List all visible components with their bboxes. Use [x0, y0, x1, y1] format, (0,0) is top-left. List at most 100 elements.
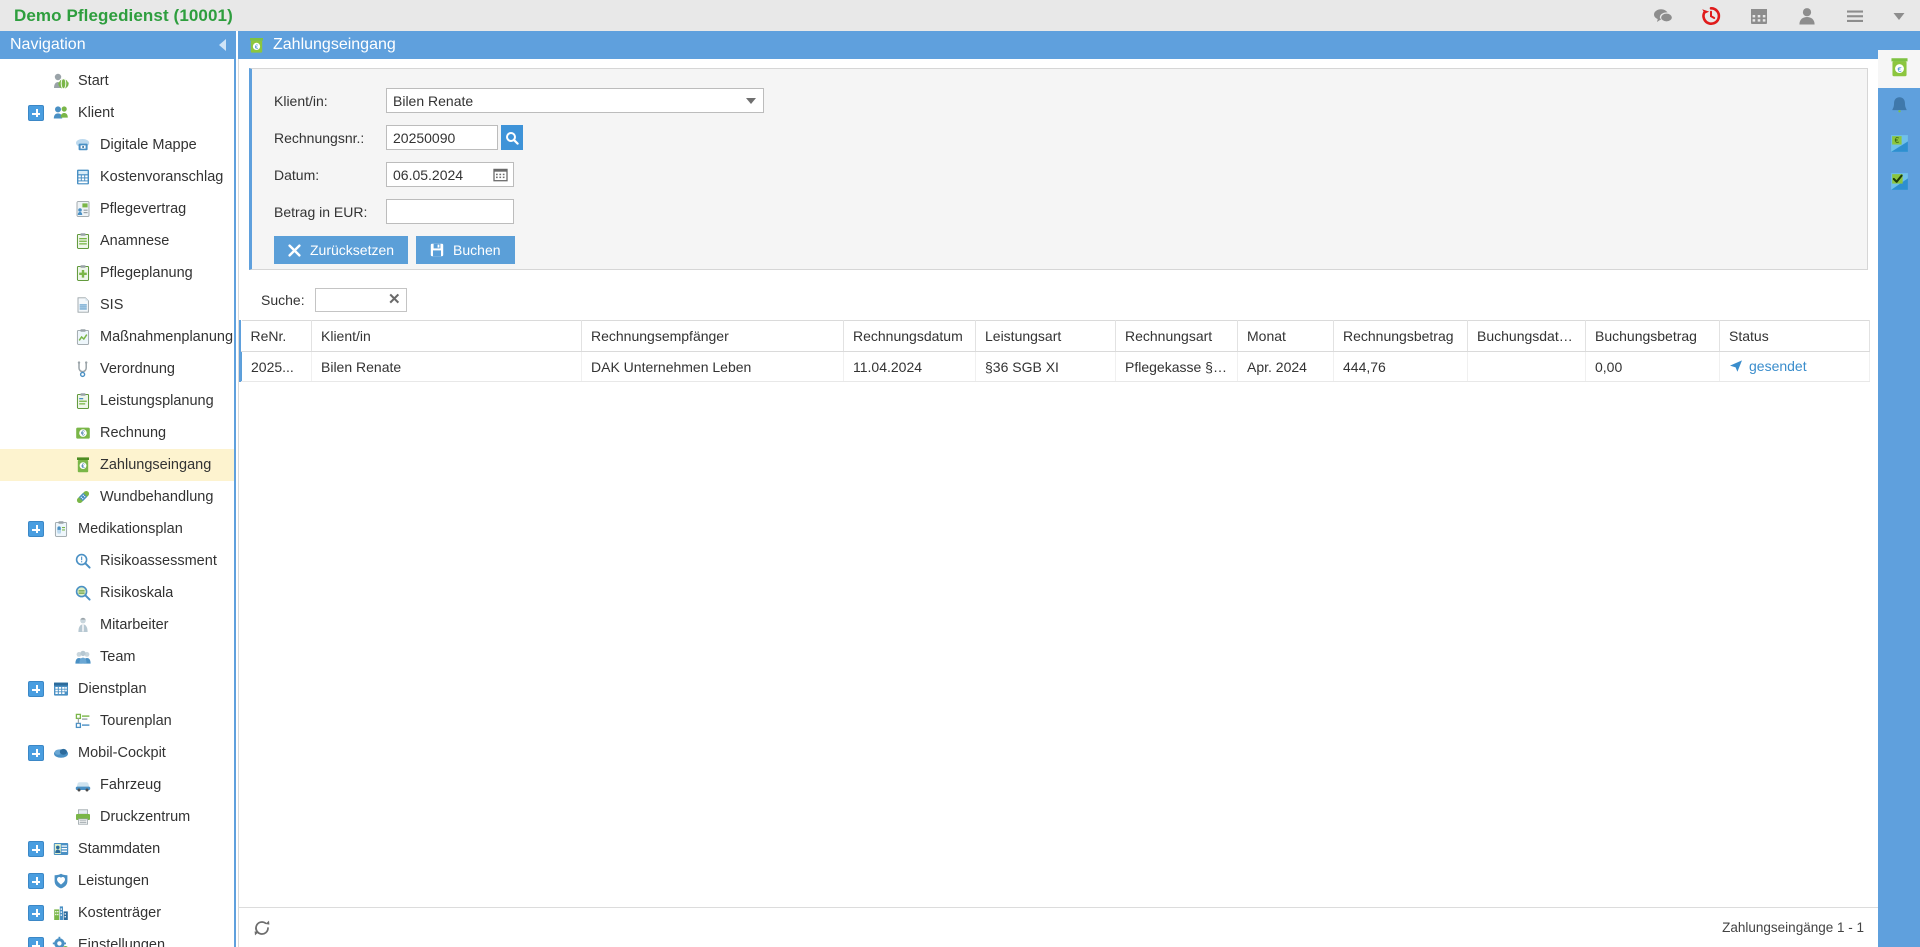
magnifier-scale-icon — [74, 584, 92, 602]
sidebar-item-mitarbeiter[interactable]: Mitarbeiter — [0, 609, 234, 641]
sidebar-item-druckzentrum[interactable]: Druckzentrum — [0, 801, 234, 833]
search-input[interactable] — [315, 289, 386, 311]
sidebar-item-team[interactable]: Team — [0, 641, 234, 673]
sidebar-item-pflegevertrag[interactable]: Pflegevertrag — [0, 193, 234, 225]
main-header: € Zahlungseingang — [238, 31, 1878, 59]
rechnungsnr-input[interactable] — [386, 125, 498, 150]
sidebar-item-tourenplan[interactable]: Tourenplan — [0, 705, 234, 737]
medication-icon — [52, 520, 70, 538]
rail-billing-button[interactable]: € — [1878, 126, 1920, 164]
cell-leistungsart[interactable]: §36 SGB XI — [975, 351, 1116, 382]
sidebar-item-start[interactable]: Start — [0, 65, 234, 97]
klient-select-wrap: Bilen Renate — [386, 88, 764, 113]
status-badge[interactable]: gesendet — [1729, 358, 1807, 374]
menu-icon[interactable] — [1844, 5, 1866, 27]
sidebar-item-einstellungen[interactable]: Einstellungen — [0, 929, 234, 947]
refresh-icon[interactable] — [253, 919, 271, 937]
sidebar-item-mobil-cockpit[interactable]: Mobil-Cockpit — [0, 737, 234, 769]
main-body: Klient/in: Bilen Renate Rechnungsnr.: 20… — [238, 59, 1878, 947]
expand-node-icon[interactable] — [28, 521, 44, 537]
cell-rechnungsart[interactable]: Pflegekasse §36 ... — [1115, 351, 1238, 382]
clipboard-service-icon — [74, 392, 92, 410]
sidebar-item-kostenvoranschlag[interactable]: Kostenvoranschlag — [0, 161, 234, 193]
betrag-input[interactable] — [386, 199, 514, 224]
sidebar-item-ma-nahmenplanung[interactable]: Maßnahmenplanung — [0, 321, 234, 353]
sidebar-item-label: Risikoskala — [100, 585, 174, 601]
column-header[interactable]: ReNr. — [241, 320, 312, 352]
sidebar-item-leistungen[interactable]: Leistungen — [0, 865, 234, 897]
form-row-klient: Klient/in: Bilen Renate — [274, 82, 1867, 119]
expand-node-icon[interactable] — [28, 905, 44, 921]
sidebar-item-dienstplan[interactable]: Dienstplan — [0, 673, 234, 705]
expand-node-icon[interactable] — [28, 681, 44, 697]
rail-payment-receipt-button[interactable]: € — [1878, 50, 1920, 88]
sidebar-item-medikationsplan[interactable]: Medikationsplan — [0, 513, 234, 545]
rail-confirm-button[interactable] — [1878, 164, 1920, 202]
cell-rechnungsdatum[interactable]: 11.04.2024 — [843, 351, 976, 382]
sidebar-item-stammdaten[interactable]: Stammdaten — [0, 833, 234, 865]
collapse-sidebar-icon[interactable] — [219, 39, 226, 51]
cell-buchungsdatum[interactable] — [1467, 351, 1586, 382]
column-header[interactable]: Leistungsart — [975, 320, 1116, 352]
sidebar: Navigation Start Klient Digitale Mappe Kost… — [0, 31, 236, 947]
klient-select[interactable]: Bilen Renate — [386, 88, 764, 113]
column-header[interactable]: Status — [1719, 320, 1870, 352]
cell-empfaenger[interactable]: DAK Unternehmen Leben — [581, 351, 844, 382]
betrag-label: Betrag in EUR: — [274, 203, 368, 220]
sidebar-item-verordnung[interactable]: Verordnung — [0, 353, 234, 385]
sidebar-item-anamnese[interactable]: Anamnese — [0, 225, 234, 257]
sidebar-item-label: Wundbehandlung — [100, 489, 214, 505]
cell-klient[interactable]: Bilen Renate — [311, 351, 582, 382]
sidebar-item-pflegeplanung[interactable]: Pflegeplanung — [0, 257, 234, 289]
cell-renr[interactable]: 2025... — [241, 351, 312, 382]
sidebar-item-label: Digitale Mappe — [100, 137, 197, 153]
roster-icon — [52, 680, 70, 698]
sidebar-item-digitale-mappe[interactable]: Digitale Mappe — [0, 129, 234, 161]
user-icon[interactable] — [1796, 5, 1818, 27]
sidebar-item-risikoskala[interactable]: Risikoskala — [0, 577, 234, 609]
chat-icon[interactable] — [1652, 5, 1674, 27]
sidebar-item-klient[interactable]: Klient — [0, 97, 234, 129]
cell-rechnungsbetrag[interactable]: 444,76 — [1333, 351, 1468, 382]
table-row[interactable]: 2025... Bilen Renate DAK Unternehmen Leben… — [241, 351, 1870, 382]
search-invoice-button[interactable] — [500, 125, 523, 150]
sidebar-item-wundbehandlung[interactable]: Wundbehandlung — [0, 481, 234, 513]
cell-monat[interactable]: Apr. 2024 — [1237, 351, 1334, 382]
column-header[interactable]: Monat — [1237, 320, 1334, 352]
cell-buchungsbetrag[interactable]: 0,00 — [1585, 351, 1720, 382]
sidebar-item-kostentr-ger[interactable]: Kostenträger — [0, 897, 234, 929]
payment-entry-form: Klient/in: Bilen Renate Rechnungsnr.: 20… — [249, 68, 1868, 270]
calendar-icon[interactable] — [1748, 5, 1770, 27]
calendar-icon[interactable] — [493, 167, 508, 182]
column-header[interactable]: Klient/in — [311, 320, 582, 352]
clear-search-icon[interactable]: ✕ — [388, 292, 401, 308]
expand-node-icon[interactable] — [28, 841, 44, 857]
history-icon[interactable] — [1700, 5, 1722, 27]
column-header[interactable]: Rechnungsdatum — [843, 320, 976, 352]
sidebar-item-sis[interactable]: SIS — [0, 289, 234, 321]
column-header[interactable]: Rechnungsempfänger — [581, 320, 844, 352]
sidebar-item-risikoassessment[interactable]: Risikoassessment — [0, 545, 234, 577]
column-header[interactable]: Rechnungsart — [1115, 320, 1238, 352]
check-icon — [1889, 171, 1910, 195]
column-header[interactable]: Buchungsbetrag — [1585, 320, 1720, 352]
sidebar-item-leistungsplanung[interactable]: Leistungsplanung — [0, 385, 234, 417]
rail-notifications-button[interactable] — [1878, 88, 1920, 126]
book-button[interactable]: Buchen — [416, 236, 515, 264]
column-header[interactable]: Rechnungsbetrag — [1333, 320, 1468, 352]
cell-status[interactable]: gesendet — [1719, 351, 1870, 382]
send-icon — [1730, 359, 1742, 372]
sidebar-item-fahrzeug[interactable]: Fahrzeug — [0, 769, 234, 801]
expand-node-icon[interactable] — [28, 873, 44, 889]
expand-node-icon[interactable] — [28, 937, 44, 947]
sidebar-item-label: Stammdaten — [78, 841, 161, 857]
sidebar-item-zahlungseingang[interactable]: € Zahlungseingang — [0, 449, 234, 481]
chevron-down-icon[interactable] — [1892, 5, 1906, 27]
sidebar-item-rechnung[interactable]: € Rechnung — [0, 417, 234, 449]
column-header[interactable]: Buchungsdatum — [1467, 320, 1586, 352]
expand-node-icon[interactable] — [28, 745, 44, 761]
expand-node-icon[interactable] — [28, 105, 44, 121]
reset-button[interactable]: Zurücksetzen — [274, 236, 409, 264]
betrag-control — [386, 199, 514, 224]
status-bar: Zahlungseingänge 1 - 1 — [238, 907, 1878, 947]
